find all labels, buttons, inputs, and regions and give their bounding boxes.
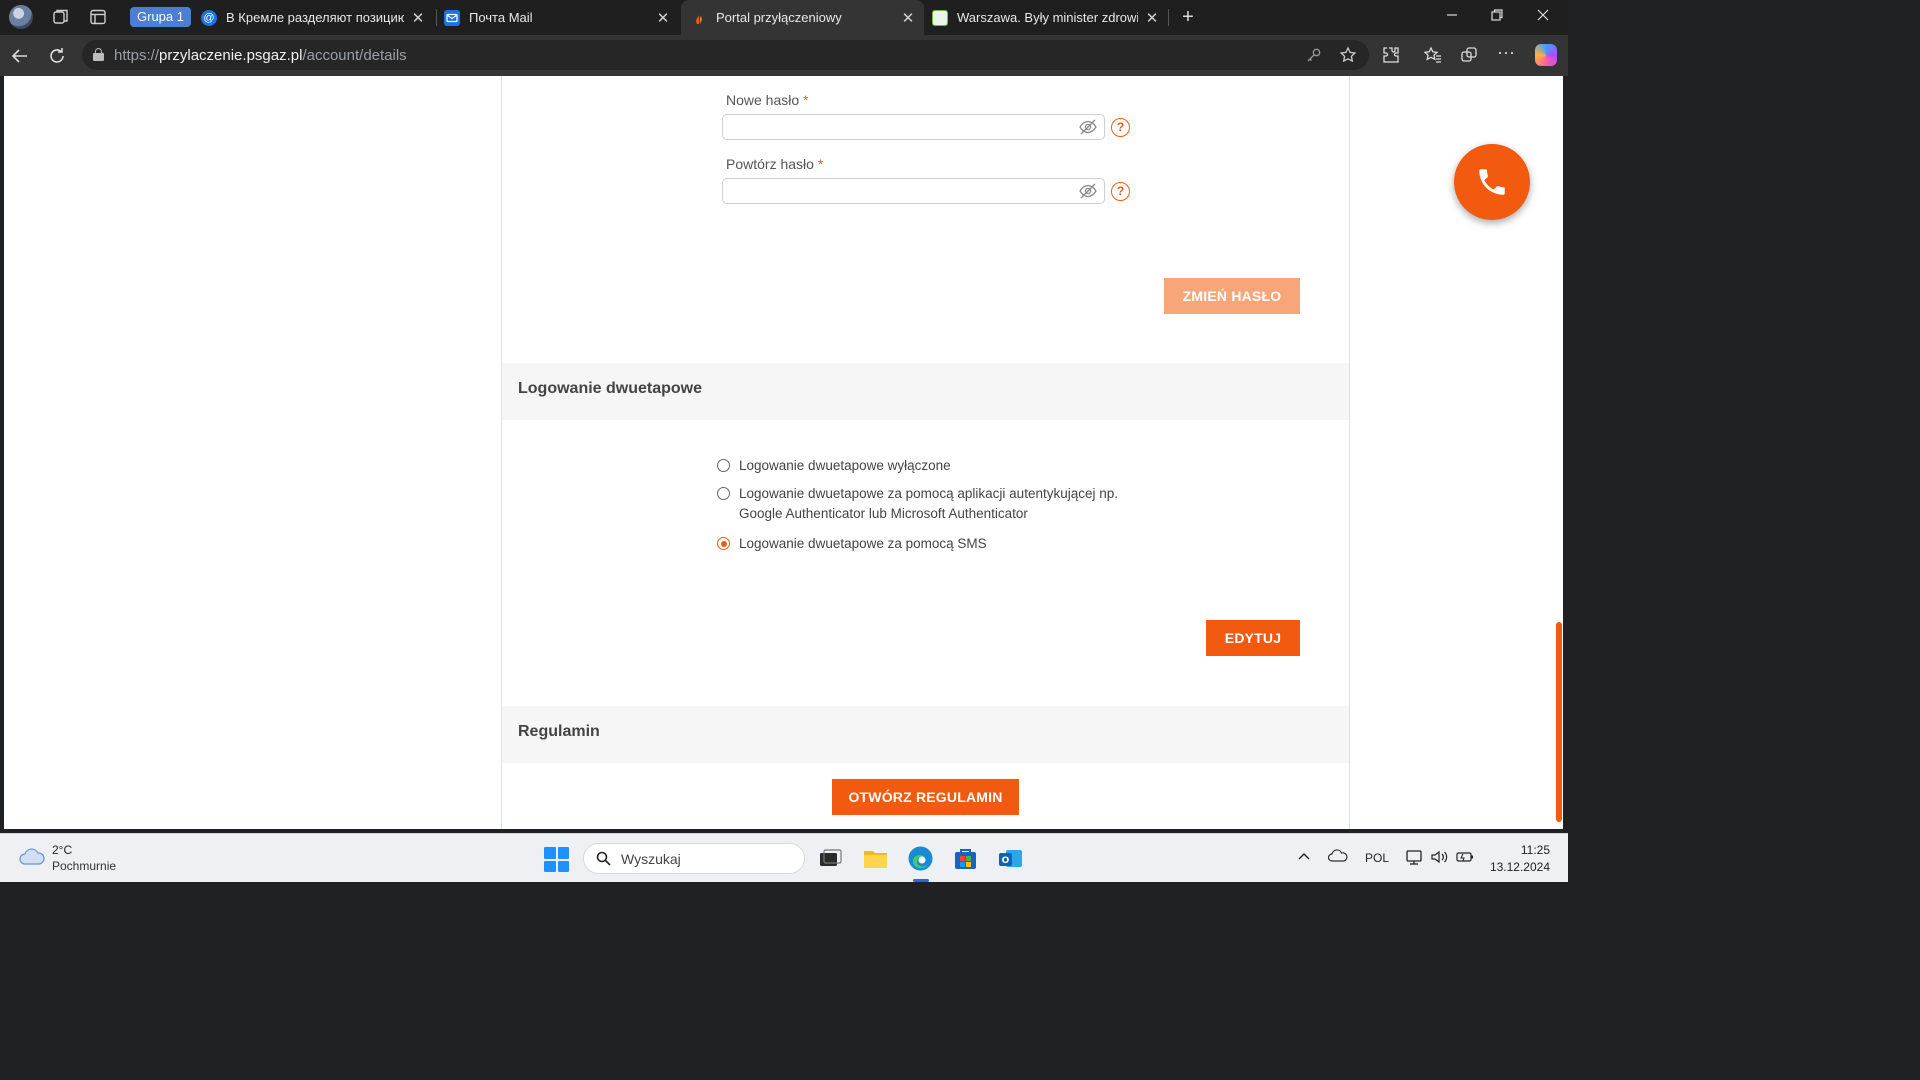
copilot-icon[interactable] [1535, 44, 1557, 66]
weather-description[interactable]: Pochmurnie [52, 859, 116, 873]
tab-separator [1168, 9, 1169, 26]
search-placeholder: Wyszukaj [621, 851, 681, 867]
new-tab-button[interactable]: + [1177, 6, 1199, 28]
new-password-input[interactable] [722, 114, 1105, 140]
tab-mail[interactable]: Почта Mail ✕ [440, 0, 677, 35]
url-text[interactable]: https://przylaczenie.psgaz.pl/account/de… [114, 47, 407, 64]
repeat-password-input[interactable] [722, 178, 1105, 204]
tab-title: Почта Mail [469, 10, 533, 25]
repeat-password-label: Powtórz hasło * [726, 156, 824, 172]
tab-news[interactable]: Warszawa. Były minister zdrowia s ✕ [926, 0, 1166, 35]
radio-button[interactable] [717, 459, 730, 472]
page-scrollbar[interactable] [1556, 622, 1562, 822]
close-icon[interactable]: ✕ [900, 9, 916, 27]
browser-toolbar: https://przylaczenie.psgaz.pl/account/de… [0, 35, 1568, 76]
two-factor-option-disabled[interactable]: Logowanie dwuetapowe wyłączone [717, 456, 951, 476]
tab-actions-icon[interactable] [88, 7, 108, 27]
edit-two-factor-button[interactable]: EDYTUJ [1206, 620, 1300, 656]
onedrive-icon[interactable] [1327, 849, 1348, 866]
terms-title: Regulamin [518, 723, 600, 740]
task-view-icon[interactable] [817, 845, 844, 872]
refresh-icon[interactable] [46, 45, 68, 67]
weather-temperature[interactable]: 2°C [52, 843, 72, 857]
address-bar[interactable]: https://przylaczenie.psgaz.pl/account/de… [82, 40, 1369, 70]
workspaces-icon[interactable] [51, 7, 71, 27]
news-site-icon [932, 9, 948, 26]
minimize-icon[interactable] [1442, 8, 1462, 25]
microsoft-store-icon[interactable] [952, 845, 979, 872]
close-icon[interactable]: ✕ [1144, 9, 1160, 27]
open-terms-button[interactable]: OTWÓRZ REGULAMIN [832, 779, 1019, 815]
chevron-up-icon[interactable] [1297, 850, 1311, 867]
tab-title: Portal przyłączeniowy [716, 10, 842, 25]
search-icon [596, 851, 611, 866]
extensions-icon[interactable] [1382, 46, 1400, 64]
two-factor-title: Logowanie dwuetapowe [518, 380, 703, 397]
more-menu-icon[interactable]: ··· [1497, 43, 1515, 64]
at-sign-icon: @ [201, 9, 217, 26]
new-password-label: Nowe hasło * [726, 92, 809, 108]
tab-title: Warszawa. Były minister zdrowia s [957, 10, 1138, 25]
account-details-card: Nowe hasło * ? Powtórz hasło * ? ZMIEŃ H… [501, 76, 1350, 829]
phone-call-button[interactable] [1454, 144, 1530, 220]
restore-icon[interactable] [1487, 8, 1507, 25]
clock-time[interactable]: 11:25 [1502, 843, 1550, 857]
taskbar-search[interactable]: Wyszukaj [583, 843, 805, 874]
browser-tab-bar: Grupa 1 @ В Кремле разделяют позицию Т ✕… [0, 0, 1568, 35]
favorites-icon[interactable] [1423, 46, 1442, 64]
tab-kremlin[interactable]: @ В Кремле разделяют позицию Т ✕ [195, 0, 432, 35]
battery-icon[interactable] [1455, 849, 1475, 868]
active-app-indicator [913, 879, 929, 882]
flame-icon [691, 10, 707, 26]
profile-avatar[interactable] [9, 5, 33, 29]
option-label: Logowanie dwuetapowe wyłączone [739, 458, 951, 473]
collections-icon[interactable] [1460, 46, 1478, 64]
two-factor-option-authenticator-app[interactable]: Logowanie dwuetapowe za pomocą aplikacji… [717, 484, 1118, 524]
close-icon[interactable]: ✕ [410, 9, 426, 27]
option-label: Logowanie dwuetapowe za pomocą SMS [739, 536, 987, 551]
radio-button[interactable] [717, 487, 730, 500]
phone-icon [1479, 169, 1505, 195]
windows-start-icon[interactable] [544, 847, 569, 872]
file-explorer-icon[interactable] [862, 845, 889, 872]
close-icon[interactable]: ✕ [655, 9, 671, 27]
tab-separator [436, 9, 437, 26]
input-language[interactable]: POL [1365, 851, 1389, 865]
mail-icon [444, 9, 460, 26]
favorite-star-icon[interactable] [1339, 46, 1357, 64]
password-key-icon[interactable] [1305, 46, 1323, 64]
tab-title: В Кремле разделяют позицию Т [226, 10, 404, 25]
eye-off-icon[interactable] [1078, 183, 1098, 199]
outlook-icon[interactable]: O [997, 845, 1024, 872]
back-icon[interactable] [9, 45, 31, 67]
tab-portal[interactable]: Portal przyłączeniowy ✕ [681, 0, 924, 35]
lock-icon[interactable] [93, 48, 104, 61]
two-factor-option-sms[interactable]: Logowanie dwuetapowe za pomocą SMS [717, 534, 987, 554]
help-icon[interactable]: ? [1111, 182, 1130, 201]
network-icon[interactable] [1405, 849, 1425, 868]
edge-browser-icon[interactable] [907, 845, 934, 872]
tab-group-chip[interactable]: Grupa 1 [130, 7, 191, 27]
change-password-button[interactable]: ZMIEŃ HASŁO [1164, 278, 1300, 314]
two-factor-section-header: Logowanie dwuetapowe [502, 363, 1349, 420]
svg-text:O: O [1002, 856, 1010, 866]
volume-icon[interactable] [1430, 849, 1450, 868]
option-label-line2: Google Authenticator lub Microsoft Authe… [739, 506, 1028, 521]
cloud-icon[interactable] [18, 846, 46, 866]
clock-date[interactable]: 13.12.2024 [1486, 860, 1550, 874]
eye-off-icon[interactable] [1078, 119, 1098, 135]
option-label: Logowanie dwuetapowe za pomocą aplikacji… [739, 486, 1118, 501]
windows-taskbar: 2°C Pochmurnie Wyszukaj O POL 11:25 13.1… [0, 833, 1568, 882]
close-window-icon[interactable] [1533, 8, 1553, 25]
web-page: Nowe hasło * ? Powtórz hasło * ? ZMIEŃ H… [4, 76, 1563, 829]
radio-button-selected[interactable] [717, 537, 730, 550]
terms-section-header: Regulamin [502, 706, 1349, 763]
help-icon[interactable]: ? [1111, 118, 1130, 137]
